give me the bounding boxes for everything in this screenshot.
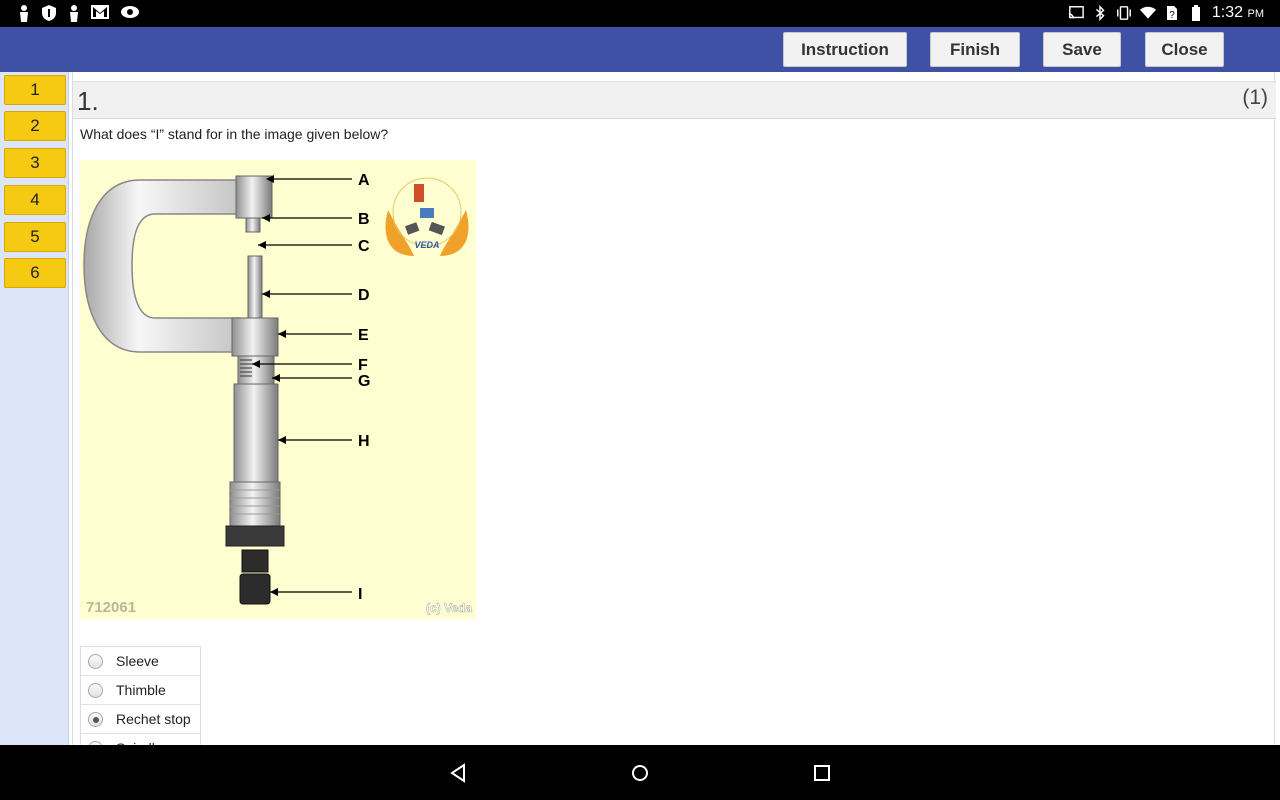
save-button[interactable]: Save (1043, 32, 1121, 67)
figure-label-c: C (358, 238, 370, 255)
question-nav-sidebar: 1 2 3 4 5 6 (0, 72, 69, 745)
figure-image-id: 712061 (86, 599, 136, 616)
figure-label-b: B (358, 211, 370, 228)
option-label: Sleeve (116, 653, 159, 669)
svg-text:VEDA: VEDA (414, 240, 439, 250)
wifi-icon (1139, 6, 1156, 19)
person-icon (20, 5, 28, 22)
figure-label-h: H (358, 433, 370, 450)
veda-logo: VEDA (385, 177, 469, 256)
figure-label-d: D (358, 287, 370, 304)
eye-icon (121, 6, 139, 18)
main-area: 1 2 3 4 5 6 1. (1) What does “I” stand f… (0, 72, 1280, 764)
option-radio[interactable] (88, 654, 103, 669)
system-nav-bar (0, 745, 1280, 800)
recents-icon[interactable] (813, 764, 831, 782)
option-thimble[interactable]: Thimble (81, 676, 200, 705)
figure-label-i: I (358, 586, 362, 603)
figure-label-f: F (358, 357, 368, 374)
app-toolbar: Instruction Finish Save Close (0, 27, 1280, 72)
option-radio[interactable] (88, 683, 103, 698)
close-button[interactable]: Close (1145, 32, 1224, 67)
question-panel: 1. (1) What does “I” stand for in the im… (72, 72, 1276, 764)
question-nav-2[interactable]: 2 (4, 111, 66, 141)
back-icon[interactable] (449, 763, 467, 783)
question-nav-5[interactable]: 5 (4, 222, 66, 252)
instruction-button[interactable]: Instruction (783, 32, 907, 67)
person-icon (70, 5, 78, 22)
svg-text:?: ? (1169, 10, 1175, 21)
status-left-icons (18, 4, 140, 22)
finish-button[interactable]: Finish (930, 32, 1020, 67)
figure-label-a: A (358, 172, 370, 189)
question-nav-6[interactable]: 6 (4, 258, 66, 288)
option-label: Thimble (116, 682, 166, 698)
option-label: Rechet stop (116, 711, 191, 727)
figure-label-e: E (358, 327, 369, 344)
question-nav-1[interactable]: 1 (4, 75, 66, 105)
status-bar: ? 1:32 PM (0, 0, 1280, 27)
status-right-icons: ? 1:32 PM (1068, 4, 1264, 22)
question-nav-3[interactable]: 3 (4, 148, 66, 178)
no-sim-icon: ? (1166, 6, 1177, 21)
micrometer-diagram: A B C D E F G H I VEDA 712061 (c) Veda (83, 172, 473, 616)
option-rechet-stop[interactable]: Rechet stop (81, 705, 200, 734)
battery-icon (1191, 5, 1200, 21)
question-marks: (1) (1242, 86, 1268, 109)
cast-icon (1068, 6, 1084, 19)
option-radio-selected[interactable] (88, 712, 103, 727)
figure-copyright: (c) Veda (426, 601, 472, 615)
figure-label-g: G (358, 373, 370, 390)
question-nav-4[interactable]: 4 (4, 185, 66, 215)
micrometer-figure: A B C D E F G H I VEDA 712061 (c) Veda (80, 160, 476, 619)
gmail-icon (91, 5, 109, 19)
question-number: 1. (77, 86, 99, 116)
status-time: 1:32 PM (1211, 4, 1264, 21)
shield-icon (42, 5, 56, 21)
question-text: What does “I” stand for in the image giv… (80, 126, 389, 142)
question-header: 1. (1) (73, 81, 1276, 119)
home-icon[interactable] (631, 764, 649, 782)
bluetooth-icon (1095, 5, 1105, 21)
option-sleeve[interactable]: Sleeve (81, 647, 200, 676)
vibrate-icon (1116, 6, 1131, 20)
